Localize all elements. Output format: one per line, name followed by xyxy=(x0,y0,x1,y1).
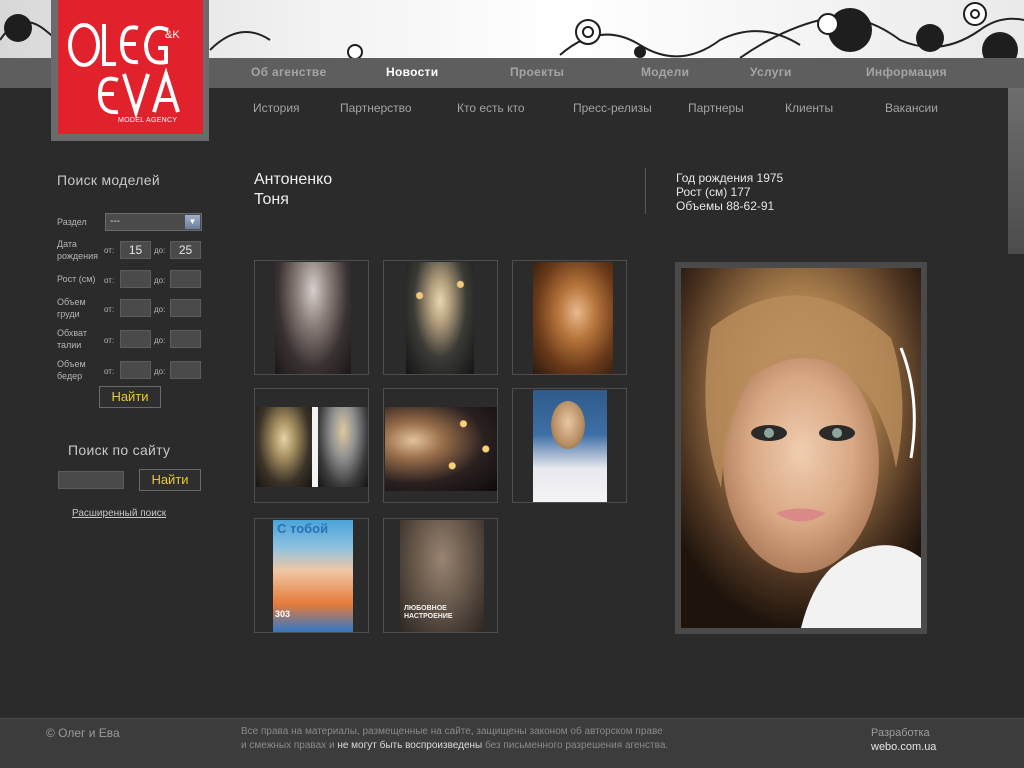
model-search-button[interactable]: Найти xyxy=(99,386,161,408)
advanced-search-link[interactable]: Расширенный поиск xyxy=(72,508,166,519)
photo xyxy=(256,407,312,487)
nav-item-information[interactable]: Информация xyxy=(866,65,947,79)
section-select-value: --- xyxy=(110,216,120,227)
site-search-input[interactable] xyxy=(58,471,124,489)
legal-text-highlight: не могут быть воспроизведены xyxy=(337,740,483,751)
site-search-button[interactable]: Найти xyxy=(139,469,201,491)
photo xyxy=(385,407,497,491)
info-divider xyxy=(645,168,646,214)
thumbnail-4[interactable] xyxy=(254,388,369,503)
developer-link[interactable]: webo.com.ua xyxy=(871,740,936,754)
logo-mark-icon: &K xyxy=(68,23,180,119)
legal-text-a: и смежных правах и xyxy=(241,740,338,751)
hips-label-line2: бедер xyxy=(57,371,83,381)
subnav-item-partners[interactable]: Партнеры xyxy=(688,101,744,115)
subnav-item-vacancies[interactable]: Вакансии xyxy=(885,101,938,115)
logo-agency-label: MODEL AGENCY xyxy=(118,117,178,124)
birth-label-line2: рождения xyxy=(57,251,99,261)
developer-label: Разработка xyxy=(871,727,930,739)
section-select[interactable]: --- ▼ xyxy=(105,213,202,231)
hips-from-label: от: xyxy=(104,367,115,376)
site-search-title: Поиск по сайту xyxy=(68,442,171,458)
magazine-headline: ЛЮБОВНОЕ НАСТРОЕНИЕ xyxy=(404,605,453,620)
birth-from-label: от: xyxy=(104,246,115,255)
subnav-item-press-releases[interactable]: Пресс-релизы xyxy=(573,101,652,115)
waist-label-line2: талии xyxy=(57,340,82,350)
thumbnail-6[interactable] xyxy=(512,388,627,503)
model-surname: Антоненко xyxy=(254,171,333,188)
height-to-label: до: xyxy=(154,276,166,285)
main-photo[interactable] xyxy=(681,268,921,628)
legal-text-c: без письменного разрешения агенства. xyxy=(482,740,669,751)
logo-suffix: &K xyxy=(165,29,180,41)
subnav-item-who-is-who[interactable]: Кто есть кто xyxy=(457,101,525,115)
birth-label-line1: Дата xyxy=(57,239,77,249)
photo xyxy=(318,407,368,487)
birth-to-input[interactable]: 25 xyxy=(170,241,201,259)
waist-to-input[interactable] xyxy=(170,330,201,348)
portrait-illustration xyxy=(681,268,921,628)
thumbnail-1[interactable] xyxy=(254,260,369,375)
nav-item-services[interactable]: Услуги xyxy=(750,65,792,79)
photo xyxy=(275,262,351,374)
hips-from-input[interactable] xyxy=(120,361,151,379)
model-name: Антоненко Тоня xyxy=(254,170,332,210)
waist-label-line1: Обхват xyxy=(57,328,87,338)
footer-legal: Все права на материалы, размещенные на с… xyxy=(241,725,761,753)
thumbnail-5[interactable] xyxy=(383,388,498,503)
model-stats: Год рождения 1975 Рост (см) 177 Объемы 8… xyxy=(676,171,783,213)
waist-from-input[interactable] xyxy=(120,330,151,348)
measurements: Объемы 88-62-91 xyxy=(676,199,775,213)
birth-from-input[interactable]: 15 xyxy=(120,241,151,259)
subnav-item-history[interactable]: История xyxy=(253,101,300,115)
birth-to-label: до: xyxy=(154,246,166,255)
nav-item-projects[interactable]: Проекты xyxy=(510,65,564,79)
birth-year: Год рождения 1975 xyxy=(676,171,784,185)
height: Рост (см) 177 xyxy=(676,185,751,199)
footer-copyright: © Олег и Ева xyxy=(46,726,120,740)
subnav-item-clients[interactable]: Клиенты xyxy=(785,101,833,115)
hips-to-label: до: xyxy=(154,367,166,376)
height-to-input[interactable] xyxy=(170,270,201,288)
chest-label-line1: Объем xyxy=(57,297,86,307)
chevron-down-icon[interactable]: ▼ xyxy=(185,215,200,229)
side-decoration xyxy=(1008,88,1024,254)
footer-legal-line2: и смежных правах и не могут быть воспрои… xyxy=(241,739,761,753)
photo xyxy=(406,262,474,374)
subnav-item-partnership[interactable]: Партнерство xyxy=(340,101,412,115)
chest-to-input[interactable] xyxy=(170,299,201,317)
magazine-title: С тобой xyxy=(277,521,329,536)
thumbnail-3[interactable] xyxy=(512,260,627,375)
thumbnail-2[interactable] xyxy=(383,260,498,375)
chest-label-line2: груди xyxy=(57,309,80,319)
chest-from-input[interactable] xyxy=(120,299,151,317)
nav-item-about[interactable]: Об агенстве xyxy=(251,65,326,79)
hips-label-line1: Объем xyxy=(57,359,86,369)
waist-to-label: до: xyxy=(154,336,166,345)
height-from-input[interactable] xyxy=(120,270,151,288)
thumbnail-7[interactable]: С тобой 303 xyxy=(254,518,369,633)
nav-item-models[interactable]: Модели xyxy=(641,65,689,79)
photo-face xyxy=(551,401,585,449)
model-first-name: Тоня xyxy=(254,191,289,208)
model-search-title: Поиск моделей xyxy=(57,172,160,188)
waist-from-label: от: xyxy=(104,336,115,345)
logo[interactable]: &K MODEL AGENCY xyxy=(58,0,203,134)
chest-to-label: до: xyxy=(154,305,166,314)
nav-item-news[interactable]: Новости xyxy=(386,65,438,79)
footer-developer: Разработка webo.com.ua xyxy=(871,726,936,754)
height-label: Рост (см) xyxy=(57,274,96,284)
height-from-label: от: xyxy=(104,276,115,285)
section-label: Раздел xyxy=(57,217,87,227)
thumbnail-8[interactable]: ЛЮБОВНОЕ НАСТРОЕНИЕ xyxy=(383,518,498,633)
footer-legal-line1: Все права на материалы, размещенные на с… xyxy=(241,726,663,737)
hips-to-input[interactable] xyxy=(170,361,201,379)
photo xyxy=(533,262,613,374)
magazine-number: 303 xyxy=(275,609,291,619)
chest-from-label: от: xyxy=(104,305,115,314)
